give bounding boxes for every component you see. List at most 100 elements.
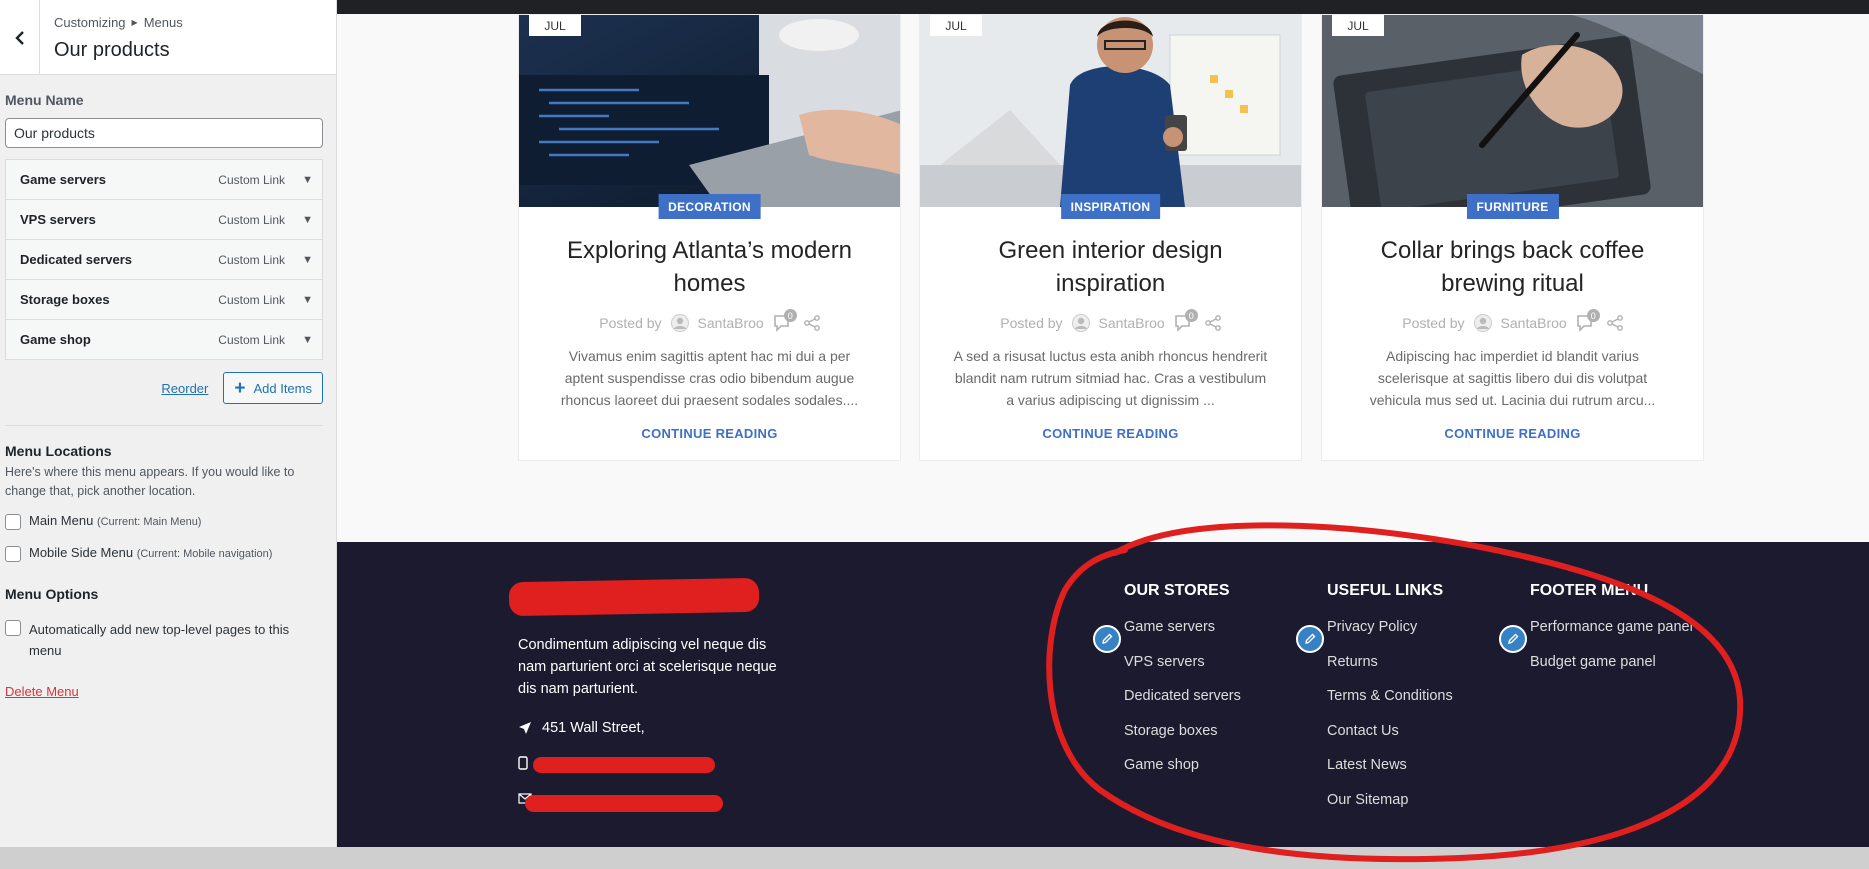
footer-phone	[518, 756, 528, 770]
comments-icon[interactable]: 0	[1576, 309, 1600, 332]
footer-link[interactable]: Contact Us	[1327, 721, 1453, 756]
location-note: (Current: Main Menu)	[96, 516, 202, 528]
location-note: (Current: Mobile navigation)	[136, 548, 273, 560]
redaction-scribble	[525, 795, 723, 812]
footer-link[interactable]: Game shop	[1124, 755, 1241, 790]
footer-link[interactable]: Storage boxes	[1124, 721, 1241, 756]
preview-top-bar	[337, 0, 1869, 14]
chevron-left-icon	[14, 30, 24, 45]
customizer-sidebar: Customizing ▶ Menus Our products Menu Na…	[0, 0, 337, 847]
bottom-strip	[0, 847, 1869, 869]
pencil-icon	[1102, 633, 1113, 644]
edit-shortcut-button[interactable]	[1499, 625, 1527, 653]
laptop-coding-image	[519, 15, 900, 207]
location-mobile-side-menu[interactable]: Mobile Side Menu (Current: Mobile naviga…	[5, 545, 331, 562]
comments-icon[interactable]: 0	[773, 309, 797, 332]
footer-link[interactable]: Dedicated servers	[1124, 686, 1241, 721]
comment-count: 0	[783, 309, 797, 322]
menu-item-title: Storage boxes	[20, 292, 110, 307]
footer-link[interactable]: Our Sitemap	[1327, 790, 1453, 825]
edit-shortcut-button[interactable]	[1296, 625, 1324, 653]
share-icon[interactable]	[803, 315, 820, 331]
share-icon[interactable]	[1204, 315, 1221, 331]
share-icon[interactable]	[1606, 315, 1623, 331]
site-preview: JUL DECORATION Exploring Atlanta’s moder…	[337, 0, 1869, 847]
auto-add-label: Automatically add new top-level pages to…	[29, 622, 290, 658]
category-badge[interactable]: INSPIRATION	[1060, 194, 1161, 219]
menu-item-type: Custom Link	[218, 172, 285, 187]
panel-title: Our products	[54, 39, 170, 61]
menu-name-label: Menu Name	[5, 92, 84, 108]
drawing-tablet-image	[1322, 15, 1703, 207]
post-meta: Posted by SantaBroo 0	[920, 309, 1301, 332]
continue-reading-link[interactable]: CONTINUE READING	[519, 426, 900, 441]
continue-reading-link[interactable]: CONTINUE READING	[920, 426, 1301, 441]
divider	[5, 425, 323, 426]
post-title[interactable]: Green interior design inspiration	[920, 234, 1301, 300]
comment-count: 0	[1184, 309, 1198, 322]
footer-link[interactable]: Returns	[1327, 652, 1453, 687]
expand-arrow-icon[interactable]: ▼	[302, 254, 313, 266]
footer-column-footer-menu: FOOTER MENU Performance game panel Budge…	[1530, 582, 1693, 686]
post-thumbnail[interactable]: JUL	[1322, 15, 1703, 207]
mobile-phone-icon	[518, 756, 528, 770]
footer-link[interactable]: Privacy Policy	[1327, 617, 1453, 652]
auto-add-pages-option[interactable]: Automatically add new top-level pages to…	[5, 619, 305, 661]
category-badge[interactable]: DECORATION	[658, 194, 761, 219]
checkbox[interactable]	[5, 620, 21, 636]
footer-link[interactable]: VPS servers	[1124, 652, 1241, 687]
location-main-menu[interactable]: Main Menu (Current: Main Menu)	[5, 513, 331, 530]
menu-locations-title: Menu Locations	[5, 443, 112, 459]
menu-item[interactable]: Dedicated servers Custom Link ▼	[5, 239, 323, 280]
post-thumbnail[interactable]: JUL	[920, 15, 1301, 207]
location-label: Mobile Side Menu	[29, 545, 134, 560]
expand-arrow-icon[interactable]: ▼	[302, 334, 313, 346]
category-badge[interactable]: FURNITURE	[1466, 194, 1559, 219]
expand-arrow-icon[interactable]: ▼	[302, 174, 313, 186]
back-button[interactable]	[0, 0, 40, 75]
add-items-label: Add Items	[253, 380, 312, 396]
expand-arrow-icon[interactable]: ▼	[302, 294, 313, 306]
author-name[interactable]: SantaBroo	[698, 315, 764, 331]
expand-arrow-icon[interactable]: ▼	[302, 214, 313, 226]
menu-item[interactable]: Storage boxes Custom Link ▼	[5, 279, 323, 320]
post-title[interactable]: Exploring Atlanta’s modern homes	[519, 234, 900, 300]
post-card: JUL DECORATION Exploring Atlanta’s moder…	[518, 14, 901, 461]
reorder-link[interactable]: Reorder	[161, 381, 208, 396]
footer-link[interactable]: Performance game panel	[1530, 617, 1693, 652]
post-thumbnail[interactable]: JUL	[519, 15, 900, 207]
plus-icon: +	[234, 377, 246, 399]
post-title[interactable]: Collar brings back coffee brewing ritual	[1322, 234, 1703, 300]
address-text: 451 Wall Street,	[542, 720, 645, 736]
footer-column-title: USEFUL LINKS	[1327, 582, 1444, 599]
menu-item[interactable]: Game shop Custom Link ▼	[5, 319, 323, 360]
menu-name-input[interactable]	[5, 118, 323, 148]
comments-icon[interactable]: 0	[1174, 309, 1198, 332]
author-name[interactable]: SantaBroo	[1501, 315, 1567, 331]
redaction-scribble	[533, 757, 715, 773]
footer-link[interactable]: Budget game panel	[1530, 652, 1693, 687]
post-meta: Posted by SantaBroo 0	[1322, 309, 1703, 332]
breadcrumb-current: Menus	[143, 15, 183, 30]
footer-link[interactable]: Terms & Conditions	[1327, 686, 1453, 721]
edit-shortcut-button[interactable]	[1093, 625, 1121, 653]
checkbox[interactable]	[5, 546, 21, 562]
footer-link[interactable]: Game servers	[1124, 617, 1241, 652]
post-card: JUL INSPIRATION Green interior design in…	[919, 14, 1302, 461]
menu-item[interactable]: Game servers Custom Link ▼	[5, 159, 323, 200]
menu-item-type: Custom Link	[218, 252, 285, 267]
author-name[interactable]: SantaBroo	[1099, 315, 1165, 331]
menu-item-type: Custom Link	[218, 292, 285, 307]
checkbox[interactable]	[5, 514, 21, 530]
add-items-button[interactable]: + Add Items	[223, 372, 323, 404]
footer-link[interactable]: Latest News	[1327, 755, 1453, 790]
delete-menu-link[interactable]: Delete Menu	[5, 684, 79, 699]
menu-items-list: Game servers Custom Link ▼ VPS servers C…	[5, 159, 323, 360]
breadcrumb-separator-icon: ▶	[131, 18, 138, 27]
comment-count: 0	[1586, 309, 1600, 322]
continue-reading-link[interactable]: CONTINUE READING	[1322, 426, 1703, 441]
post-excerpt: Vivamus enim sagittis aptent hac mi dui …	[560, 348, 859, 408]
menu-item[interactable]: VPS servers Custom Link ▼	[5, 199, 323, 240]
posted-by-label: Posted by	[599, 315, 662, 331]
footer-column-useful-links: USEFUL LINKS Privacy Policy Returns Term…	[1327, 582, 1453, 824]
